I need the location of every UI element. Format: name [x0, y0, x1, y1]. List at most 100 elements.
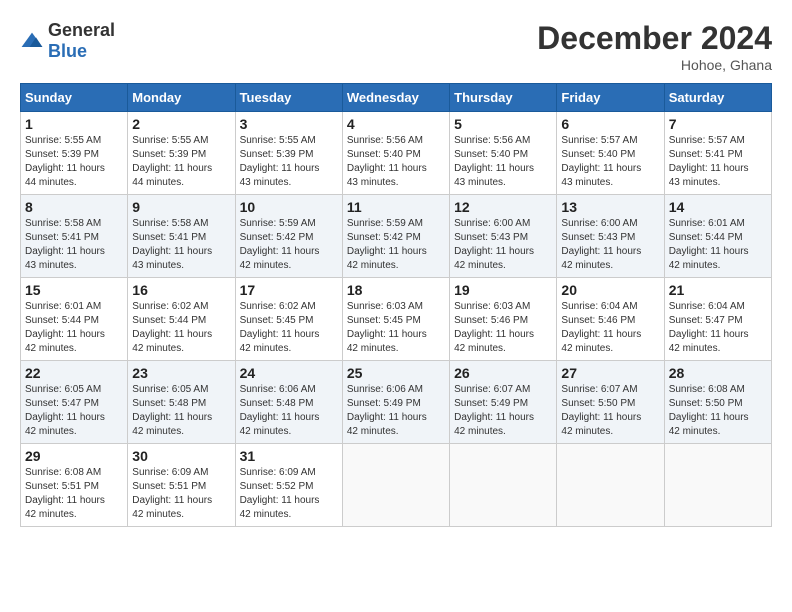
- table-row: 18 Sunrise: 6:03 AM Sunset: 5:45 PM Dayl…: [342, 278, 449, 361]
- table-row: 5 Sunrise: 5:56 AM Sunset: 5:40 PM Dayli…: [450, 112, 557, 195]
- day-info: Sunrise: 6:08 AM Sunset: 5:50 PM Dayligh…: [669, 383, 767, 439]
- logo-blue: Blue: [48, 41, 87, 61]
- day-number: 6: [561, 116, 659, 132]
- header-sunday: Sunday: [21, 84, 128, 112]
- day-number: 19: [454, 282, 552, 298]
- day-number: 20: [561, 282, 659, 298]
- day-info: Sunrise: 6:03 AM Sunset: 5:46 PM Dayligh…: [454, 300, 552, 356]
- table-row: [557, 444, 664, 527]
- day-number: 16: [132, 282, 230, 298]
- day-number: 25: [347, 365, 445, 381]
- table-row: 27 Sunrise: 6:07 AM Sunset: 5:50 PM Dayl…: [557, 361, 664, 444]
- day-info: Sunrise: 6:06 AM Sunset: 5:48 PM Dayligh…: [240, 383, 338, 439]
- table-row: 6 Sunrise: 5:57 AM Sunset: 5:40 PM Dayli…: [557, 112, 664, 195]
- week-row-3: 15 Sunrise: 6:01 AM Sunset: 5:44 PM Dayl…: [21, 278, 772, 361]
- table-row: 23 Sunrise: 6:05 AM Sunset: 5:48 PM Dayl…: [128, 361, 235, 444]
- day-number: 21: [669, 282, 767, 298]
- day-number: 24: [240, 365, 338, 381]
- day-info: Sunrise: 6:04 AM Sunset: 5:47 PM Dayligh…: [669, 300, 767, 356]
- week-row-1: 1 Sunrise: 5:55 AM Sunset: 5:39 PM Dayli…: [21, 112, 772, 195]
- day-number: 30: [132, 448, 230, 464]
- table-row: 30 Sunrise: 6:09 AM Sunset: 5:51 PM Dayl…: [128, 444, 235, 527]
- table-row: 2 Sunrise: 5:55 AM Sunset: 5:39 PM Dayli…: [128, 112, 235, 195]
- day-number: 5: [454, 116, 552, 132]
- day-info: Sunrise: 6:01 AM Sunset: 5:44 PM Dayligh…: [669, 217, 767, 273]
- day-number: 7: [669, 116, 767, 132]
- day-info: Sunrise: 6:05 AM Sunset: 5:47 PM Dayligh…: [25, 383, 123, 439]
- table-row: [664, 444, 771, 527]
- day-info: Sunrise: 6:08 AM Sunset: 5:51 PM Dayligh…: [25, 466, 123, 522]
- logo-text: General Blue: [48, 20, 115, 62]
- month-title: December 2024: [537, 20, 772, 57]
- header-thursday: Thursday: [450, 84, 557, 112]
- day-number: 26: [454, 365, 552, 381]
- day-info: Sunrise: 6:06 AM Sunset: 5:49 PM Dayligh…: [347, 383, 445, 439]
- table-row: 19 Sunrise: 6:03 AM Sunset: 5:46 PM Dayl…: [450, 278, 557, 361]
- day-number: 1: [25, 116, 123, 132]
- day-info: Sunrise: 5:56 AM Sunset: 5:40 PM Dayligh…: [454, 134, 552, 190]
- header-monday: Monday: [128, 84, 235, 112]
- day-info: Sunrise: 5:57 AM Sunset: 5:40 PM Dayligh…: [561, 134, 659, 190]
- day-number: 4: [347, 116, 445, 132]
- table-row: 8 Sunrise: 5:58 AM Sunset: 5:41 PM Dayli…: [21, 195, 128, 278]
- table-row: 17 Sunrise: 6:02 AM Sunset: 5:45 PM Dayl…: [235, 278, 342, 361]
- table-row: 21 Sunrise: 6:04 AM Sunset: 5:47 PM Dayl…: [664, 278, 771, 361]
- day-info: Sunrise: 5:55 AM Sunset: 5:39 PM Dayligh…: [132, 134, 230, 190]
- day-number: 17: [240, 282, 338, 298]
- week-row-4: 22 Sunrise: 6:05 AM Sunset: 5:47 PM Dayl…: [21, 361, 772, 444]
- day-info: Sunrise: 5:55 AM Sunset: 5:39 PM Dayligh…: [25, 134, 123, 190]
- header-wednesday: Wednesday: [342, 84, 449, 112]
- day-number: 10: [240, 199, 338, 215]
- day-number: 15: [25, 282, 123, 298]
- day-info: Sunrise: 6:03 AM Sunset: 5:45 PM Dayligh…: [347, 300, 445, 356]
- table-row: 24 Sunrise: 6:06 AM Sunset: 5:48 PM Dayl…: [235, 361, 342, 444]
- table-row: 22 Sunrise: 6:05 AM Sunset: 5:47 PM Dayl…: [21, 361, 128, 444]
- day-number: 13: [561, 199, 659, 215]
- day-info: Sunrise: 5:56 AM Sunset: 5:40 PM Dayligh…: [347, 134, 445, 190]
- day-number: 28: [669, 365, 767, 381]
- day-number: 27: [561, 365, 659, 381]
- week-row-2: 8 Sunrise: 5:58 AM Sunset: 5:41 PM Dayli…: [21, 195, 772, 278]
- table-row: [342, 444, 449, 527]
- header-saturday: Saturday: [664, 84, 771, 112]
- table-row: 28 Sunrise: 6:08 AM Sunset: 5:50 PM Dayl…: [664, 361, 771, 444]
- table-row: 29 Sunrise: 6:08 AM Sunset: 5:51 PM Dayl…: [21, 444, 128, 527]
- table-row: 10 Sunrise: 5:59 AM Sunset: 5:42 PM Dayl…: [235, 195, 342, 278]
- day-info: Sunrise: 6:09 AM Sunset: 5:51 PM Dayligh…: [132, 466, 230, 522]
- table-row: 31 Sunrise: 6:09 AM Sunset: 5:52 PM Dayl…: [235, 444, 342, 527]
- day-number: 2: [132, 116, 230, 132]
- day-number: 22: [25, 365, 123, 381]
- table-row: 25 Sunrise: 6:06 AM Sunset: 5:49 PM Dayl…: [342, 361, 449, 444]
- weekday-header-row: Sunday Monday Tuesday Wednesday Thursday…: [21, 84, 772, 112]
- day-info: Sunrise: 5:57 AM Sunset: 5:41 PM Dayligh…: [669, 134, 767, 190]
- day-number: 23: [132, 365, 230, 381]
- location: Hohoe, Ghana: [537, 57, 772, 73]
- calendar-table: Sunday Monday Tuesday Wednesday Thursday…: [20, 83, 772, 527]
- logo: General Blue: [20, 20, 115, 62]
- day-number: 18: [347, 282, 445, 298]
- title-area: December 2024 Hohoe, Ghana: [537, 20, 772, 73]
- table-row: [450, 444, 557, 527]
- table-row: 11 Sunrise: 5:59 AM Sunset: 5:42 PM Dayl…: [342, 195, 449, 278]
- day-info: Sunrise: 5:59 AM Sunset: 5:42 PM Dayligh…: [347, 217, 445, 273]
- day-number: 11: [347, 199, 445, 215]
- day-info: Sunrise: 6:07 AM Sunset: 5:50 PM Dayligh…: [561, 383, 659, 439]
- table-row: 4 Sunrise: 5:56 AM Sunset: 5:40 PM Dayli…: [342, 112, 449, 195]
- table-row: 12 Sunrise: 6:00 AM Sunset: 5:43 PM Dayl…: [450, 195, 557, 278]
- table-row: 3 Sunrise: 5:55 AM Sunset: 5:39 PM Dayli…: [235, 112, 342, 195]
- table-row: 14 Sunrise: 6:01 AM Sunset: 5:44 PM Dayl…: [664, 195, 771, 278]
- day-number: 29: [25, 448, 123, 464]
- table-row: 20 Sunrise: 6:04 AM Sunset: 5:46 PM Dayl…: [557, 278, 664, 361]
- logo-icon: [20, 31, 44, 51]
- day-info: Sunrise: 6:09 AM Sunset: 5:52 PM Dayligh…: [240, 466, 338, 522]
- day-number: 14: [669, 199, 767, 215]
- table-row: 16 Sunrise: 6:02 AM Sunset: 5:44 PM Dayl…: [128, 278, 235, 361]
- day-info: Sunrise: 6:02 AM Sunset: 5:45 PM Dayligh…: [240, 300, 338, 356]
- table-row: 15 Sunrise: 6:01 AM Sunset: 5:44 PM Dayl…: [21, 278, 128, 361]
- page-header: General Blue December 2024 Hohoe, Ghana: [20, 20, 772, 73]
- table-row: 7 Sunrise: 5:57 AM Sunset: 5:41 PM Dayli…: [664, 112, 771, 195]
- header-friday: Friday: [557, 84, 664, 112]
- day-info: Sunrise: 6:00 AM Sunset: 5:43 PM Dayligh…: [561, 217, 659, 273]
- day-info: Sunrise: 6:02 AM Sunset: 5:44 PM Dayligh…: [132, 300, 230, 356]
- day-info: Sunrise: 5:58 AM Sunset: 5:41 PM Dayligh…: [25, 217, 123, 273]
